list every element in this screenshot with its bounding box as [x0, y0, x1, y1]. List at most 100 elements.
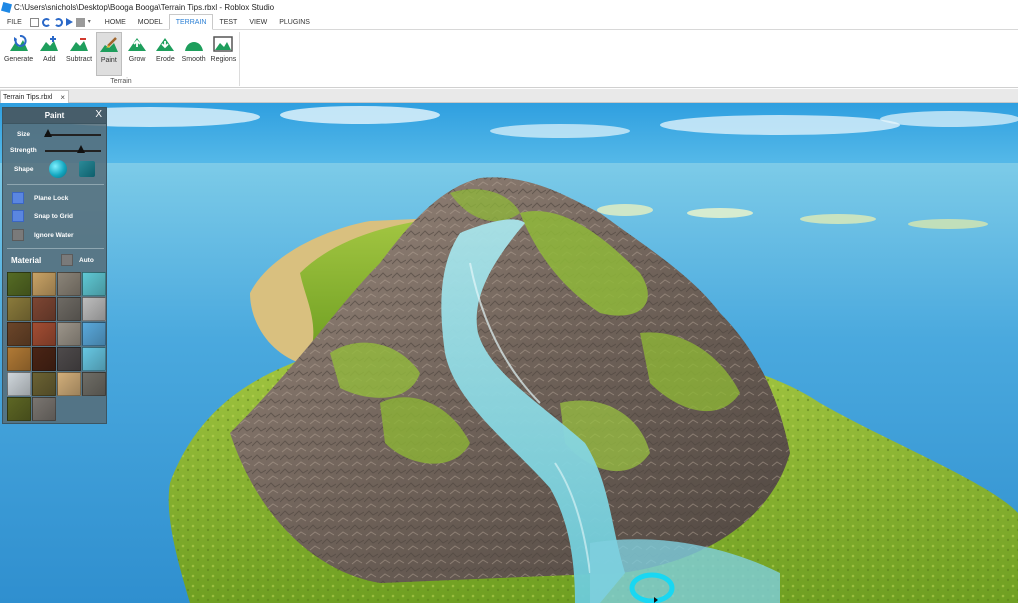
plane-lock-label: Plane Lock	[34, 194, 69, 202]
generate-button[interactable]: Generate	[2, 32, 35, 76]
3d-viewport[interactable]	[0, 103, 1018, 603]
material-grid	[7, 272, 107, 421]
material-basalt[interactable]	[57, 347, 81, 371]
redo-icon[interactable]	[53, 17, 63, 27]
add-button[interactable]: Add	[35, 32, 63, 76]
title-bar: C:\Users\snichols\Desktop\Booga Booga\Te…	[0, 0, 1018, 15]
paint-panel: Paint X Size Strength Shape Plane Lock S…	[2, 107, 107, 424]
tab-terrain[interactable]: TERRAIN	[168, 14, 214, 30]
ignore-water-option[interactable]: Ignore Water	[12, 229, 74, 241]
document-tab-bar: Terrain Tips.rbxl ×	[0, 89, 1018, 103]
snap-to-grid-checkbox[interactable]	[12, 210, 24, 222]
snap-to-grid-option[interactable]: Snap to Grid	[12, 210, 73, 222]
close-tab-icon[interactable]: ×	[60, 93, 65, 102]
divider	[7, 248, 104, 249]
material-leafy-grass[interactable]	[7, 397, 31, 421]
material-pavement[interactable]	[82, 372, 106, 396]
material-brick[interactable]	[32, 297, 56, 321]
smooth-label: Smooth	[181, 56, 206, 63]
size-slider[interactable]	[45, 134, 101, 136]
material-cobblestone[interactable]	[32, 397, 56, 421]
menu-bar: FILE ▾ HOME MODEL TERRAIN TEST VIEW PLUG…	[0, 14, 1018, 30]
quick-access-dropdown-icon[interactable]: ▾	[88, 18, 93, 27]
material-rock[interactable]	[57, 272, 81, 296]
regions-label: Regions	[210, 56, 237, 63]
smooth-button[interactable]: Smooth	[180, 32, 208, 76]
material-sand[interactable]	[32, 272, 56, 296]
sphere-shape-button[interactable]	[49, 160, 67, 178]
material-red-brick[interactable]	[32, 322, 56, 346]
strength-slider-thumb[interactable]	[77, 145, 86, 153]
new-file-icon[interactable]	[29, 17, 39, 27]
erode-button[interactable]: Erode	[151, 32, 179, 76]
add-label: Add	[43, 56, 56, 63]
material-wood[interactable]	[7, 347, 31, 371]
window-title: C:\Users\snichols\Desktop\Booga Booga\Te…	[14, 3, 275, 12]
material-sandstone[interactable]	[57, 372, 81, 396]
terrain-tool-group: Generate Add Subtract Paint Grow Erode S…	[2, 32, 240, 86]
paint-button[interactable]: Paint	[95, 32, 122, 76]
terrain-grow-icon	[128, 38, 147, 51]
auto-label: Auto	[79, 257, 94, 264]
tab-model[interactable]: MODEL	[132, 15, 169, 30]
stop-icon[interactable]	[75, 17, 85, 27]
tab-view[interactable]: VIEW	[243, 15, 273, 30]
auto-checkbox[interactable]	[61, 254, 73, 266]
grow-label: Grow	[128, 56, 146, 63]
material-glacier[interactable]	[82, 347, 106, 371]
snap-to-grid-label: Snap to Grid	[34, 212, 73, 220]
material-label: Material	[11, 256, 42, 265]
paint-panel-header: Paint X	[3, 108, 106, 124]
quick-access-toolbar: ▾	[29, 17, 93, 27]
strength-slider[interactable]	[45, 150, 101, 152]
material-concrete[interactable]	[82, 297, 106, 321]
tab-plugins[interactable]: PLUGINS	[273, 15, 316, 30]
terrain-paint-icon	[99, 37, 118, 52]
material-mud[interactable]	[32, 372, 56, 396]
material-slate[interactable]	[57, 297, 81, 321]
undo-icon[interactable]	[41, 17, 51, 27]
material-ground[interactable]	[7, 297, 31, 321]
material-crackedlava[interactable]	[32, 347, 56, 371]
erode-label: Erode	[156, 56, 175, 63]
tab-home[interactable]: HOME	[99, 15, 132, 30]
paint-label: Paint	[100, 57, 117, 64]
size-slider-thumb[interactable]	[43, 129, 52, 137]
close-icon[interactable]: X	[95, 109, 102, 120]
generate-label: Generate	[3, 56, 34, 63]
terrain-regions-icon	[213, 36, 234, 52]
grow-button[interactable]: Grow	[123, 32, 151, 76]
roblox-studio-icon	[0, 1, 13, 14]
material-wood-planks[interactable]	[7, 322, 31, 346]
terrain-erode-icon	[156, 38, 175, 51]
material-water[interactable]	[82, 272, 106, 296]
subtract-label: Subtract	[65, 56, 93, 63]
regions-button[interactable]: Regions	[208, 32, 239, 76]
play-icon[interactable]	[65, 18, 73, 26]
plane-lock-option[interactable]: Plane Lock	[12, 192, 68, 204]
cube-shape-button[interactable]	[79, 161, 95, 177]
paint-panel-title: Paint	[44, 111, 65, 120]
material-ice[interactable]	[82, 322, 106, 346]
size-label: Size	[17, 130, 31, 138]
terrain-scene	[0, 103, 1018, 603]
document-tab[interactable]: Terrain Tips.rbxl ×	[0, 90, 69, 103]
plane-lock-checkbox[interactable]	[12, 192, 24, 204]
file-menu[interactable]: FILE	[0, 19, 30, 26]
divider	[7, 184, 104, 185]
terrain-group-label: Terrain	[110, 78, 132, 85]
ignore-water-checkbox[interactable]	[12, 229, 24, 241]
ignore-water-label: Ignore Water	[34, 231, 74, 239]
tab-test[interactable]: TEST	[213, 15, 243, 30]
terrain-subtract-icon	[70, 38, 88, 51]
material-limestone[interactable]	[57, 322, 81, 346]
subtract-button[interactable]: Subtract	[63, 32, 94, 76]
material-grass[interactable]	[7, 272, 31, 296]
terrain-generate-icon	[9, 35, 28, 51]
ribbon: Generate Add Subtract Paint Grow Erode S…	[0, 30, 1018, 88]
material-snow[interactable]	[7, 372, 31, 396]
shape-label: Shape	[14, 165, 34, 173]
terrain-add-icon	[40, 36, 59, 51]
strength-label: Strength	[10, 146, 37, 154]
terrain-smooth-icon	[184, 42, 203, 51]
